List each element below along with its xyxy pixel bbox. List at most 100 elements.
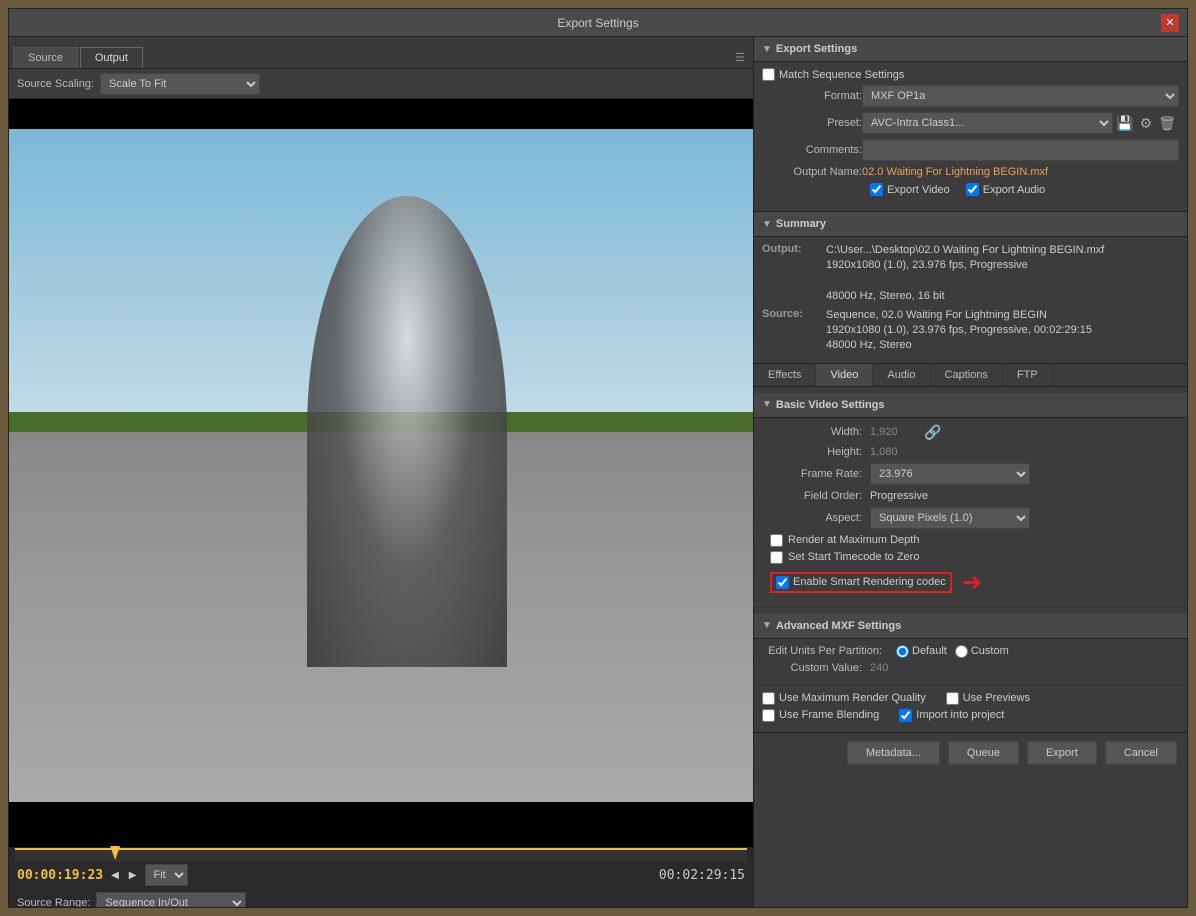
default-radio-label: Default — [896, 645, 947, 658]
format-row: Format: MXF OP1a — [762, 85, 1179, 107]
export-video-checkbox[interactable] — [870, 183, 883, 196]
tab-captions[interactable]: Captions — [931, 364, 1003, 386]
export-settings-arrow: ▼ — [762, 44, 772, 55]
frame-rate-label: Frame Rate: — [762, 468, 862, 480]
summary-header[interactable]: ▼ Summary — [754, 212, 1187, 237]
custom-value: 240 — [870, 662, 888, 674]
nav-next-btn[interactable]: ▶ — [127, 868, 139, 883]
right-panel: ▼ Export Settings Match Sequence Setting… — [754, 37, 1187, 907]
aspect-select[interactable]: Square Pixels (1.0) — [870, 507, 1030, 529]
red-arrow-indicator: ➜ — [962, 568, 982, 597]
source-range-select[interactable]: Sequence In/Out — [96, 892, 246, 907]
aspect-row: Aspect: Square Pixels (1.0) — [762, 507, 1179, 529]
timecode-current: 00:00:19:23 — [17, 868, 103, 883]
basic-video-arrow: ▼ — [762, 399, 772, 410]
footer: Metadata... Queue Export Cancel — [754, 732, 1187, 774]
cancel-button[interactable]: Cancel — [1105, 741, 1177, 765]
export-settings-header[interactable]: ▼ Export Settings — [754, 37, 1187, 62]
use-frame-blending-label: Use Frame Blending — [779, 709, 879, 721]
default-label: Default — [912, 645, 947, 657]
summary-source-row: Source: Sequence, 02.0 Waiting For Light… — [762, 308, 1179, 354]
nav-prev-btn[interactable]: ◀ — [109, 868, 121, 883]
frame-rate-select[interactable]: 23.976 — [870, 463, 1030, 485]
delete-preset-btn[interactable]: 🗑 — [1155, 115, 1179, 132]
close-button[interactable]: ✕ — [1161, 14, 1179, 32]
tab-source[interactable]: Source — [13, 47, 78, 68]
timeline-scrub[interactable] — [15, 848, 747, 862]
timeline-controls: 00:00:19:23 ◀ ▶ Fit 00:02:29:15 — [9, 862, 753, 888]
summary-title: Summary — [776, 218, 826, 230]
use-previews-checkbox[interactable] — [946, 692, 959, 705]
output-name-row: Output Name: 02.0 Waiting For Lightning … — [762, 166, 1179, 178]
export-audio-checkbox-row: Export Audio — [966, 183, 1045, 196]
dialog-title: Export Settings — [35, 16, 1161, 30]
basic-video-settings: ▼ Basic Video Settings Width: 1,920 🔗 He… — [754, 387, 1187, 607]
frame-rate-row: Frame Rate: 23.976 — [762, 463, 1179, 485]
timecode-end: 00:02:29:15 — [659, 868, 745, 883]
queue-button[interactable]: Queue — [948, 741, 1019, 765]
set-start-timecode-label: Set Start Timecode to Zero — [788, 551, 919, 563]
source-scaling-label: Source Scaling: — [17, 78, 94, 90]
custom-value-label: Custom Value: — [762, 662, 862, 674]
tab-audio[interactable]: Audio — [873, 364, 930, 386]
render-max-depth-checkbox[interactable] — [770, 534, 783, 547]
import-into-project-item: Import into project — [899, 709, 1004, 722]
comments-input[interactable] — [862, 139, 1179, 161]
export-audio-label: Export Audio — [983, 184, 1045, 196]
edit-units-row: Edit Units Per Partition: Default Custom — [762, 645, 1179, 658]
tab-output[interactable]: Output — [80, 47, 143, 68]
match-sequence-checkbox[interactable] — [762, 68, 775, 81]
summary-content: Output: C:\User...\Desktop\02.0 Waiting … — [754, 237, 1187, 364]
width-value: 1,920 — [870, 426, 920, 438]
use-previews-item: Use Previews — [946, 692, 1030, 705]
use-max-render-checkbox[interactable] — [762, 692, 775, 705]
summary-arrow: ▼ — [762, 219, 772, 230]
preset-label: Preset: — [762, 117, 862, 129]
export-audio-checkbox[interactable] — [966, 183, 979, 196]
export-settings-title: Export Settings — [776, 43, 857, 55]
metadata-button[interactable]: Metadata... — [847, 741, 940, 765]
scrub-marker — [110, 846, 120, 860]
use-max-render-item: Use Maximum Render Quality — [762, 692, 926, 705]
preview-image — [9, 129, 753, 802]
fit-select[interactable]: Fit — [145, 864, 188, 886]
export-button[interactable]: Export — [1027, 741, 1097, 765]
output-name-label: Output Name: — [762, 166, 862, 178]
field-order-label: Field Order: — [762, 490, 862, 502]
width-row: Width: 1,920 🔗 — [762, 424, 1179, 441]
bottom-opt-row2: Use Frame Blending Import into project — [762, 709, 1179, 722]
save-preset-btn[interactable]: 💾 — [1113, 115, 1136, 132]
advanced-mxf-section: ▼ Advanced MXF Settings Edit Units Per P… — [754, 607, 1187, 685]
field-order-value: Progressive — [870, 490, 928, 502]
summary-source-value: Sequence, 02.0 Waiting For Lightning BEG… — [826, 308, 1092, 354]
preset-select[interactable]: AVC-Intra Class1... — [862, 112, 1113, 134]
height-value: 1,080 — [870, 446, 920, 458]
use-frame-blending-checkbox[interactable] — [762, 709, 775, 722]
field-order-row: Field Order: Progressive — [762, 490, 1179, 502]
format-label: Format: — [762, 90, 862, 102]
format-select[interactable]: MXF OP1a — [862, 85, 1179, 107]
summary-source-label: Source: — [762, 308, 822, 354]
output-name-link[interactable]: 02.0 Waiting For Lightning BEGIN.mxf — [862, 166, 1048, 178]
advanced-mxf-arrow: ▼ — [762, 620, 772, 631]
advanced-mxf-header[interactable]: ▼ Advanced MXF Settings — [754, 614, 1187, 639]
custom-radio[interactable] — [955, 645, 968, 658]
tab-video[interactable]: Video — [816, 364, 873, 386]
tab-ftp[interactable]: FTP — [1003, 364, 1053, 386]
custom-radio-label: Custom — [955, 645, 1009, 658]
render-max-depth-label: Render at Maximum Depth — [788, 534, 919, 546]
manage-preset-btn[interactable]: ⚙ — [1137, 115, 1156, 132]
default-radio[interactable] — [896, 645, 909, 658]
set-start-timecode-checkbox[interactable] — [770, 551, 783, 564]
video-tabs-bar: Effects Video Audio Captions FTP — [754, 364, 1187, 387]
tab-effects[interactable]: Effects — [754, 364, 816, 386]
import-into-project-checkbox[interactable] — [899, 709, 912, 722]
tabs-menu-icon[interactable]: ☰ — [731, 47, 749, 68]
smart-rendering-checkbox[interactable] — [776, 576, 789, 589]
source-scaling-select[interactable]: Scale To Fit Scale To Fill Stretch To Fi… — [100, 73, 260, 95]
basic-video-header[interactable]: ▼ Basic Video Settings — [754, 393, 1187, 418]
summary-output-label: Output: — [762, 243, 822, 305]
use-frame-blending-item: Use Frame Blending — [762, 709, 879, 722]
custom-value-row: Custom Value: 240 — [762, 662, 1179, 674]
export-settings-content: Match Sequence Settings Format: MXF OP1a… — [754, 62, 1187, 212]
